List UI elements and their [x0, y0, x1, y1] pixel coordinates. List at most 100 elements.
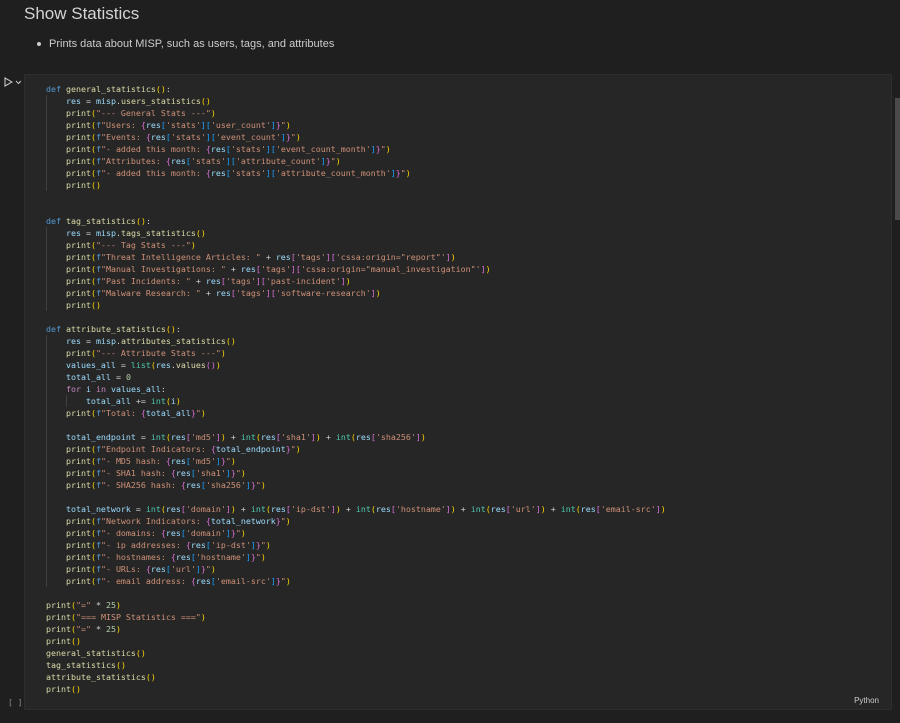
code-line[interactable]: print(f"- email address: {res['email-src…: [46, 575, 666, 587]
indent-guide: [46, 539, 66, 551]
code-line[interactable]: res = misp.attributes_statistics(): [46, 335, 666, 347]
code-line[interactable]: [46, 587, 666, 599]
code-line[interactable]: print(f"Network Indicators: {total_netwo…: [46, 515, 666, 527]
code-line[interactable]: attribute_statistics(): [46, 671, 666, 683]
indent-guide: [46, 443, 66, 455]
bullet-item: Prints data about MISP, such as users, t…: [36, 38, 334, 50]
indent-guide: [46, 431, 66, 443]
code-line[interactable]: print(): [46, 683, 666, 695]
indent-guide: [46, 275, 66, 287]
indent-guide: [46, 287, 66, 299]
indent-guide: [46, 527, 66, 539]
code-line[interactable]: print(f"Threat Intelligence Articles: " …: [46, 251, 666, 263]
code-line[interactable]: def general_statistics():: [46, 83, 666, 95]
code-line[interactable]: print(f"Endpoint Indicators: {total_endp…: [46, 443, 666, 455]
code-line[interactable]: print(): [46, 299, 666, 311]
code-line[interactable]: print("=== MISP Statistics ==="): [46, 611, 666, 623]
code-line[interactable]: print(f"Total: {total_all}"): [46, 407, 666, 419]
indent-guide: [46, 179, 66, 191]
code-line[interactable]: [46, 203, 666, 215]
indent-guide: [46, 371, 66, 383]
indent-guide: [46, 395, 66, 407]
code-line[interactable]: [46, 491, 666, 503]
code-line[interactable]: values_all = list(res.values()): [46, 359, 666, 371]
code-line[interactable]: tag_statistics(): [46, 659, 666, 671]
indent-guide: [46, 359, 66, 371]
code-line[interactable]: print("--- Tag Stats ---"): [46, 239, 666, 251]
code-line[interactable]: print(f"- hostnames: {res['hostname']}"): [46, 551, 666, 563]
code-line[interactable]: [46, 311, 666, 323]
indent-guide: [46, 143, 66, 155]
code-line[interactable]: print(f"Manual Investigations: " + res['…: [46, 263, 666, 275]
code-line[interactable]: print(): [46, 179, 666, 191]
indent-guide: [46, 251, 66, 263]
code-line[interactable]: [46, 419, 666, 431]
code-line[interactable]: def attribute_statistics():: [46, 323, 666, 335]
code-line[interactable]: print(): [46, 635, 666, 647]
code-line[interactable]: print(f"- domains: {res['domain']}"): [46, 527, 666, 539]
code-line[interactable]: print("--- Attribute Stats ---"): [46, 347, 666, 359]
code-line[interactable]: total_network = int(res['domain']) + int…: [46, 503, 666, 515]
indent-guide: [46, 575, 66, 587]
code-line[interactable]: print(f"Malware Research: " + res['tags'…: [46, 287, 666, 299]
indent-guide: [46, 503, 66, 515]
indent-guide: [46, 239, 66, 251]
code-line[interactable]: def tag_statistics():: [46, 215, 666, 227]
code-line[interactable]: general_statistics(): [46, 647, 666, 659]
code-line[interactable]: for i in values_all:: [46, 383, 666, 395]
indent-guide: [46, 155, 66, 167]
indent-guide: [46, 383, 66, 395]
code-line[interactable]: print(f"- URLs: {res['url']}"): [46, 563, 666, 575]
run-cell-button[interactable]: [4, 75, 26, 89]
code-line[interactable]: [46, 191, 666, 203]
code-line[interactable]: print("=" * 25): [46, 599, 666, 611]
indent-guide: [46, 479, 66, 491]
vertical-scrollbar[interactable]: [895, 98, 900, 220]
code-line[interactable]: total_all = 0: [46, 371, 666, 383]
cell-language-label[interactable]: Python: [854, 696, 879, 705]
code-line[interactable]: print(f"- ip addresses: {res['ip-dst']}"…: [46, 539, 666, 551]
indent-guide: [46, 491, 66, 503]
code-line[interactable]: print(f"Events: {res['stats']['event_cou…: [46, 131, 666, 143]
indent-guide: [46, 227, 66, 239]
code-line[interactable]: total_all += int(i): [46, 395, 666, 407]
indent-guide: [46, 467, 66, 479]
indent-guide: [46, 455, 66, 467]
code-line[interactable]: print(f"Attributes: {res['stats']['attri…: [46, 155, 666, 167]
code-line[interactable]: print(f"- added this month: {res['stats'…: [46, 167, 666, 179]
indent-guide: [46, 167, 66, 179]
code-line[interactable]: total_endpoint = int(res['md5']) + int(r…: [46, 431, 666, 443]
indent-guide: [46, 131, 66, 143]
indent-guide: [46, 347, 66, 359]
indent-guide: [46, 263, 66, 275]
code-line[interactable]: res = misp.users_statistics(): [46, 95, 666, 107]
markdown-heading: Show Statistics: [24, 4, 140, 23]
code-line[interactable]: print(f"- SHA256 hash: {res['sha256']}"): [46, 479, 666, 491]
code-line[interactable]: print(f"- SHA1 hash: {res['sha1']}"): [46, 467, 666, 479]
code-editor[interactable]: def general_statistics(): res = misp.user…: [46, 83, 666, 695]
code-line[interactable]: print(f"Users: {res['stats']['user_count…: [46, 119, 666, 131]
indent-guide: [46, 107, 66, 119]
markdown-bullet-list: Prints data about MISP, such as users, t…: [36, 38, 334, 50]
play-icon: [4, 77, 13, 87]
indent-guide: [46, 95, 66, 107]
code-line[interactable]: print(f"- added this month: {res['stats'…: [46, 143, 666, 155]
indent-guide: [46, 407, 66, 419]
chevron-down-icon[interactable]: [15, 80, 22, 85]
indent-guide: [46, 299, 66, 311]
indent-guide: [46, 515, 66, 527]
indent-guide: [46, 563, 66, 575]
execution-count: [ ]: [8, 698, 23, 707]
code-line[interactable]: res = misp.tags_statistics(): [46, 227, 666, 239]
indent-guide: [65, 395, 86, 407]
indent-guide: [46, 335, 66, 347]
indent-guide: [46, 119, 66, 131]
code-line[interactable]: print(f"- MD5 hash: {res['md5']}"): [46, 455, 666, 467]
indent-guide: [46, 551, 66, 563]
bullet-dot-icon: [37, 42, 41, 46]
indent-guide: [46, 419, 66, 431]
code-line[interactable]: print(f"Past Incidents: " + res['tags'][…: [46, 275, 666, 287]
code-line[interactable]: print("--- General Stats ---"): [46, 107, 666, 119]
code-cell[interactable]: def general_statistics(): res = misp.user…: [24, 74, 892, 710]
code-line[interactable]: print("=" * 25): [46, 623, 666, 635]
